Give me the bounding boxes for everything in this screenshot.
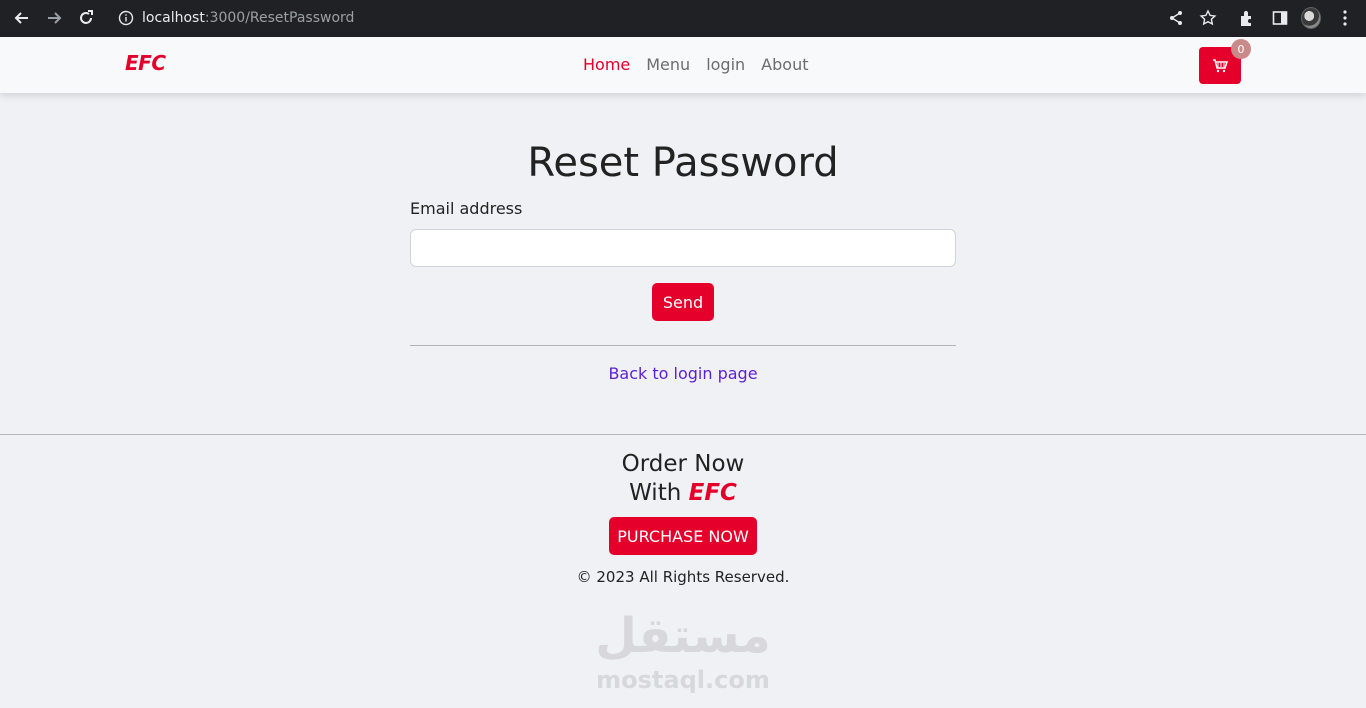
back-to-login-link: Back to login page (0, 364, 1366, 383)
order-with-text: With (629, 480, 682, 506)
send-button[interactable]: Send (652, 283, 714, 321)
url-text: localhost:3000/ResetPassword (142, 10, 354, 26)
nav-link-home[interactable]: Home (583, 55, 630, 74)
more-menu-icon[interactable] (1335, 8, 1355, 28)
forward-arrow-icon[interactable] (43, 7, 65, 29)
watermark-arabic: مستقل (595, 608, 771, 664)
nav-link-menu[interactable]: Menu (646, 55, 690, 74)
page-title: Reset Password (527, 140, 839, 186)
footer-brand: EFC (688, 480, 737, 506)
nav-links: Home Menu login About (583, 55, 808, 74)
copyright-text: © 2023 All Rights Reserved. (576, 568, 790, 586)
order-now-heading: Order Now (621, 451, 745, 477)
browser-toolbar: localhost:3000/ResetPassword (0, 0, 1366, 37)
url-host: localhost (142, 10, 205, 26)
star-icon[interactable] (1198, 8, 1218, 28)
watermark-latin: mostaql.com (596, 666, 770, 694)
cart-icon (1213, 58, 1228, 72)
email-field[interactable] (410, 229, 956, 267)
footer-divider (0, 434, 1366, 435)
info-icon[interactable] (118, 10, 134, 30)
profile-avatar[interactable] (1301, 7, 1321, 29)
brand-logo[interactable]: EFC (125, 51, 166, 75)
email-label: Email address (410, 199, 523, 218)
divider (410, 345, 956, 346)
nav-link-about[interactable]: About (761, 55, 808, 74)
back-to-login-link-text[interactable]: Back to login page (608, 364, 757, 383)
site-navbar: EFC Home Menu login About 0 (0, 37, 1366, 93)
purchase-now-button[interactable]: PURCHASE NOW (609, 517, 757, 555)
side-panel-icon[interactable] (1270, 8, 1290, 28)
address-bar[interactable]: localhost:3000/ResetPassword (110, 3, 1240, 33)
back-arrow-icon[interactable] (11, 7, 33, 29)
nav-link-login[interactable]: login (706, 55, 745, 74)
share-icon[interactable] (1166, 8, 1186, 28)
extensions-icon[interactable] (1237, 8, 1257, 28)
cart-count-badge: 0 (1231, 39, 1251, 59)
url-path: :3000/ResetPassword (204, 10, 355, 26)
reload-icon[interactable] (75, 7, 97, 29)
order-with-heading: With EFC (0, 480, 1366, 506)
